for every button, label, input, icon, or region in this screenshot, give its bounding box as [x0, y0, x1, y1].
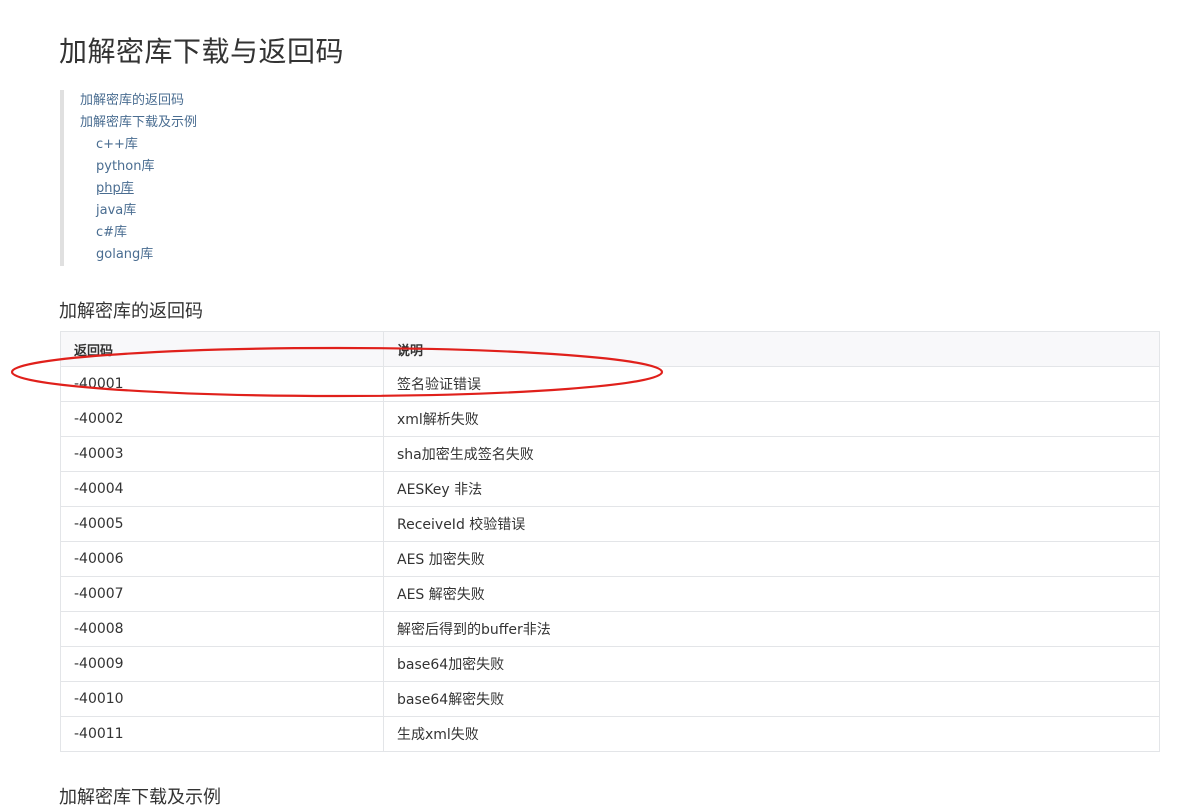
return-code-cell: -40009: [60, 646, 384, 682]
toc-item-csharp[interactable]: c#库: [80, 222, 197, 244]
description-cell: AESKey 非法: [383, 471, 1160, 507]
table-of-contents: 加解密库的返回码 加解密库下载及示例 c++库 python库 php库 jav…: [60, 90, 197, 266]
toc-item-download-examples[interactable]: 加解密库下载及示例: [80, 112, 197, 134]
table-row: -40005 ReceiveId 校验错误: [60, 506, 1160, 542]
return-code-cell: -40011: [60, 716, 384, 752]
description-cell: AES 解密失败: [383, 576, 1160, 612]
return-code-cell: -40004: [60, 471, 384, 507]
table-row: -40010 base64解密失败: [60, 681, 1160, 717]
table-row: -40002 xml解析失败: [60, 401, 1160, 437]
description-cell: base64解密失败: [383, 681, 1160, 717]
description-cell: sha加密生成签名失败: [383, 436, 1160, 472]
description-cell: ReceiveId 校验错误: [383, 506, 1160, 542]
table-row: -40006 AES 加密失败: [60, 541, 1160, 577]
description-cell: 解密后得到的buffer非法: [383, 611, 1160, 647]
toc-item-php[interactable]: php库: [80, 178, 197, 200]
table-row: -40007 AES 解密失败: [60, 576, 1160, 612]
return-code-table: 返回码 说明 -40001 签名验证错误 -40002 xml解析失败 -40003…: [60, 331, 1160, 752]
return-code-cell: -40008: [60, 611, 384, 647]
table-header-row: 返回码 说明: [60, 331, 1160, 367]
description-cell: xml解析失败: [383, 401, 1160, 437]
table-row: -40003 sha加密生成签名失败: [60, 436, 1160, 472]
return-code-cell: -40010: [60, 681, 384, 717]
return-code-cell: -40006: [60, 541, 384, 577]
table-row: -40004 AESKey 非法: [60, 471, 1160, 507]
toc-item-golang[interactable]: golang库: [80, 244, 197, 266]
section-title-download-examples: 加解密库下载及示例: [59, 787, 221, 805]
toc-item-python[interactable]: python库: [80, 156, 197, 178]
toc-item-java[interactable]: java库: [80, 200, 197, 222]
column-header-code: 返回码: [60, 331, 384, 367]
column-header-description: 说明: [383, 331, 1160, 367]
return-code-cell: -40001: [60, 366, 384, 402]
page-title: 加解密库下载与返回码: [59, 35, 345, 68]
description-cell: base64加密失败: [383, 646, 1160, 682]
toc-item-return-codes[interactable]: 加解密库的返回码: [80, 90, 197, 112]
description-cell: 签名验证错误: [383, 366, 1160, 402]
section-title-return-codes: 加解密库的返回码: [59, 301, 203, 322]
return-code-cell: -40002: [60, 401, 384, 437]
table-row: -40001 签名验证错误: [60, 366, 1160, 402]
table-row: -40008 解密后得到的buffer非法: [60, 611, 1160, 647]
description-cell: AES 加密失败: [383, 541, 1160, 577]
return-code-cell: -40007: [60, 576, 384, 612]
table-row: -40009 base64加密失败: [60, 646, 1160, 682]
return-code-cell: -40003: [60, 436, 384, 472]
description-cell: 生成xml失败: [383, 716, 1160, 752]
table-row: -40011 生成xml失败: [60, 716, 1160, 752]
return-code-cell: -40005: [60, 506, 384, 542]
toc-item-cpp[interactable]: c++库: [80, 134, 197, 156]
